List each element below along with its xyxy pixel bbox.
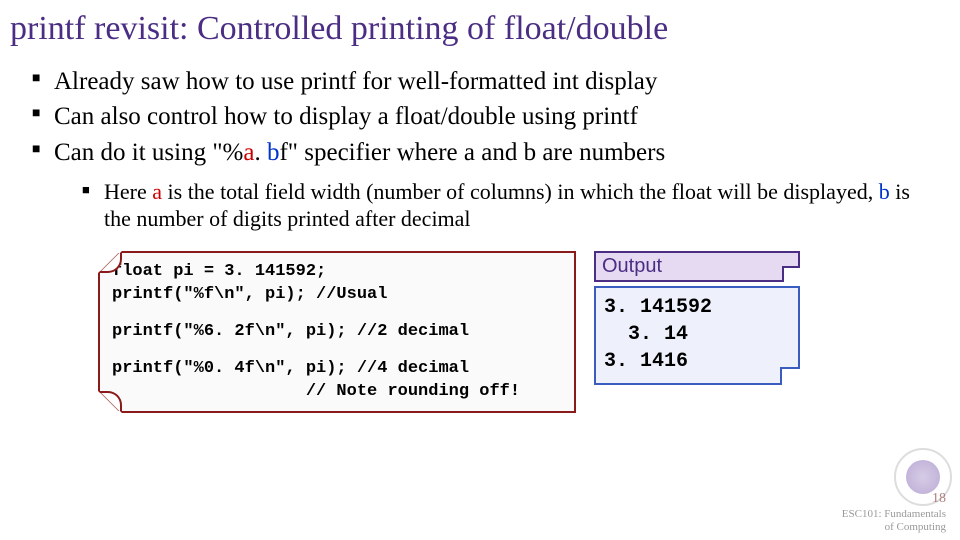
text: is the total field width (number of colu… <box>162 179 879 204</box>
format-b: b <box>879 179 890 204</box>
emblem-inner-icon <box>906 460 940 494</box>
output-label: Output <box>594 251 800 282</box>
text: Can do it using "% <box>54 139 243 166</box>
slide-title: printf revisit: Controlled printing of f… <box>10 10 940 48</box>
sub-bullet-list: Here a is the total field width (number … <box>54 178 940 233</box>
fold-corner-icon <box>782 266 800 282</box>
code-block: printf("%6. 2f\n", pi); //2 decimal <box>112 321 564 344</box>
bullet-item: Can do it using "%a. bf" specifier where… <box>32 137 940 233</box>
fold-corner-icon <box>98 391 122 413</box>
output-text: 3. 141592 3. 14 3. 1416 <box>604 296 712 373</box>
text: f" specifier where a and b are numbers <box>279 139 665 166</box>
text: . <box>254 139 267 166</box>
bullet-list: Already saw how to use printf for well-f… <box>10 66 940 233</box>
page-footer: 18 ESC101: Fundamentals of Computing <box>842 491 946 534</box>
output-label-text: Output <box>602 255 662 277</box>
code-block: printf("%0. 4f\n", pi); //4 decimal // N… <box>112 358 564 404</box>
bullet-item: Can also control how to display a float/… <box>32 101 940 132</box>
code-box: float pi = 3. 141592; printf("%f\n", pi)… <box>98 251 576 414</box>
bullet-item: Already saw how to use printf for well-f… <box>32 66 940 97</box>
output-column: Output 3. 141592 3. 14 3. 1416 <box>594 251 800 385</box>
page-number: 18 <box>842 491 946 508</box>
code-block: float pi = 3. 141592; printf("%f\n", pi)… <box>112 261 564 307</box>
sub-bullet-item: Here a is the total field width (number … <box>82 178 940 233</box>
course-label: ESC101: Fundamentals of Computing <box>842 508 946 534</box>
format-a: a <box>152 179 162 204</box>
output-body: 3. 141592 3. 14 3. 1416 <box>594 286 800 385</box>
fold-corner-icon <box>780 367 800 385</box>
format-a: a <box>243 139 254 166</box>
format-b: b <box>267 139 280 166</box>
example-row: float pi = 3. 141592; printf("%f\n", pi)… <box>10 251 940 414</box>
text: Here <box>104 179 152 204</box>
